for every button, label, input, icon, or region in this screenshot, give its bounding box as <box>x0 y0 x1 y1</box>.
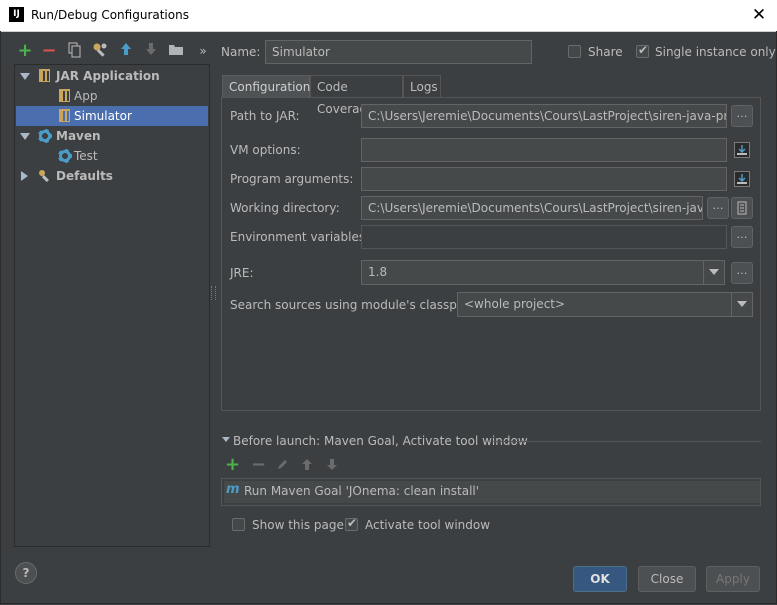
classpath-select[interactable]: <whole project> <box>457 292 753 317</box>
activate-tool-window-checkbox[interactable] <box>345 516 358 531</box>
share-label: Share <box>588 45 623 59</box>
jre-select-value: 1.8 <box>368 265 388 279</box>
chevron-down-icon <box>737 301 747 307</box>
tab-code-coverage[interactable]: Code Coverage <box>310 75 403 116</box>
tree-item-simulator[interactable]: Simulator <box>16 106 208 126</box>
path-to-jar-label: Path to JAR: <box>230 109 300 123</box>
activate-tool-window-label: Activate tool window <box>365 518 491 532</box>
expand-arrow-icon[interactable] <box>20 73 30 80</box>
jre-select[interactable]: 1.8 <box>361 260 725 285</box>
tab-logs[interactable]: Logs <box>403 75 441 97</box>
share-checkbox[interactable] <box>568 45 581 58</box>
wrench-icon[interactable] <box>91 42 109 60</box>
apply-button[interactable]: Apply <box>706 566 760 592</box>
classpath-label: Search sources using module's classpath: <box>230 298 481 312</box>
tree-item-test[interactable]: Test <box>16 146 208 166</box>
name-input[interactable]: Simulator <box>265 40 532 64</box>
help-icon[interactable]: ? <box>15 562 37 584</box>
tree-item-defaults[interactable]: Defaults <box>16 166 208 186</box>
classpath-dropdown-button[interactable] <box>731 293 753 316</box>
tree-item-label: Test <box>74 149 98 163</box>
browse-jar-button[interactable]: … <box>731 105 753 127</box>
working-directory-label: Working directory: <box>230 201 340 215</box>
edit-environment-button[interactable]: … <box>731 226 753 248</box>
move-down-icon[interactable] <box>142 42 160 60</box>
before-launch-header[interactable]: Before launch: Maven Goal, Activate tool… <box>233 434 528 448</box>
ok-button[interactable]: OK <box>573 566 627 592</box>
browse-directory-button[interactable]: … <box>707 197 729 219</box>
tree-item-maven[interactable]: Maven <box>16 126 208 146</box>
folder-icon[interactable] <box>167 42 185 60</box>
remove-task-icon[interactable]: − <box>251 456 266 474</box>
window-title: Run/Debug Configurations <box>31 8 189 22</box>
add-icon[interactable]: + <box>16 42 34 60</box>
section-divider <box>492 441 761 442</box>
jar-icon <box>59 89 70 102</box>
move-task-down-icon[interactable] <box>326 458 338 474</box>
vm-options-label: VM options: <box>230 143 301 157</box>
program-arguments-input[interactable] <box>361 167 727 191</box>
jar-icon <box>39 69 50 82</box>
close-window-icon[interactable]: ✕ <box>748 5 770 25</box>
chevron-down-icon <box>709 269 719 275</box>
insert-macro-button[interactable] <box>731 197 753 219</box>
expand-input-icon[interactable] <box>734 171 750 187</box>
maven-gear-icon <box>58 149 72 163</box>
tree-item-label: JAR Application <box>56 69 160 83</box>
configuration-tree: JAR Application App Simulator Maven Test… <box>14 64 210 547</box>
tree-item-label: App <box>74 89 98 103</box>
browse-jre-button[interactable]: … <box>731 262 753 284</box>
working-directory-input[interactable]: C:\Users\Jeremie\Documents\Cours\LastPro… <box>361 196 703 220</box>
jre-label: JRE: <box>230 266 254 280</box>
expand-input-icon[interactable] <box>734 142 750 158</box>
tree-item-jar-application[interactable]: JAR Application <box>16 66 208 86</box>
path-to-jar-input[interactable]: C:\Users\Jeremie\Documents\Cours\LastPro… <box>361 104 727 128</box>
maven-gear-icon <box>38 129 52 143</box>
environment-variables-label: Environment variables: <box>230 230 370 244</box>
environment-variables-input[interactable] <box>361 225 727 249</box>
tree-item-label: Maven <box>56 129 101 143</box>
edit-task-icon[interactable] <box>276 459 288 474</box>
collapse-arrow-icon[interactable] <box>21 171 28 181</box>
splitter-handle[interactable] <box>211 286 216 300</box>
tab-configuration[interactable]: Configuration <box>222 75 310 97</box>
show-page-checkbox[interactable] <box>232 518 245 531</box>
vm-options-input[interactable] <box>361 138 727 162</box>
remove-icon[interactable]: − <box>40 42 58 60</box>
add-task-icon[interactable]: + <box>225 456 240 474</box>
tree-item-app[interactable]: App <box>16 86 208 106</box>
jar-icon <box>59 109 70 122</box>
name-label: Name: <box>221 45 261 59</box>
tree-item-label: Defaults <box>56 169 113 183</box>
single-instance-checkbox[interactable] <box>636 43 649 58</box>
program-arguments-label: Program arguments: <box>230 172 354 186</box>
single-instance-label: Single instance only <box>655 45 776 59</box>
app-icon: IJ <box>9 7 24 22</box>
tree-item-label: Simulator <box>74 109 132 123</box>
classpath-select-value: <whole project> <box>464 297 566 311</box>
maven-m-icon: m <box>226 482 240 497</box>
list-item[interactable]: m Run Maven Goal 'JOnema: clean install' <box>224 481 760 503</box>
move-task-up-icon[interactable] <box>301 458 313 474</box>
more-icon[interactable]: » <box>194 42 212 60</box>
jre-dropdown-button[interactable] <box>703 261 725 284</box>
copy-icon[interactable] <box>66 42 84 60</box>
expand-arrow-icon[interactable] <box>20 133 30 140</box>
show-page-label: Show this page <box>252 518 344 532</box>
defaults-wrench-icon <box>38 169 52 183</box>
before-launch-list: m Run Maven Goal 'JOnema: clean install' <box>221 478 761 506</box>
task-label: Run Maven Goal 'JOnema: clean install' <box>244 484 480 498</box>
before-launch-toggle-icon[interactable] <box>222 437 230 442</box>
move-up-icon[interactable] <box>117 42 135 60</box>
close-button[interactable]: Close <box>638 566 696 592</box>
